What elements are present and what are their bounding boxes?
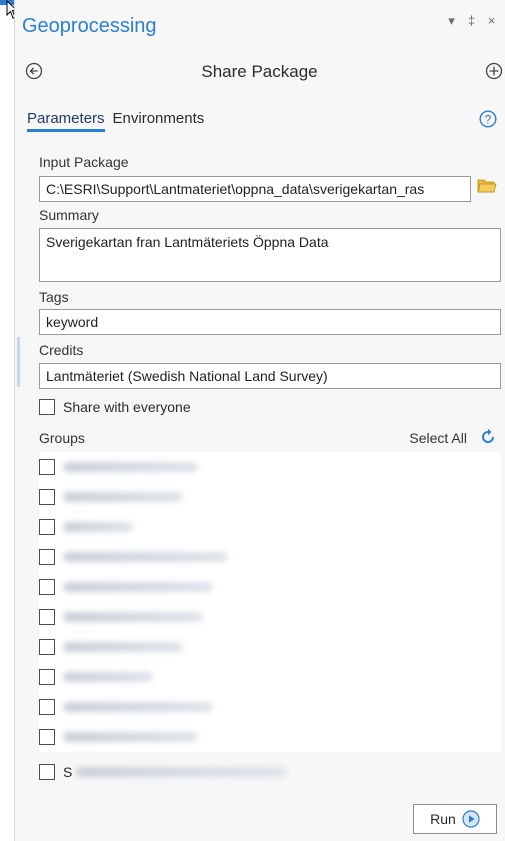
summary-field[interactable]: Sverigekartan fran Lantmäteriets Öppna D… (39, 228, 501, 282)
group-checkbox[interactable] (39, 699, 55, 715)
close-icon[interactable]: × (486, 13, 497, 29)
group-item[interactable] (39, 482, 289, 512)
share-everyone-row[interactable]: Share with everyone (39, 399, 191, 415)
redacted-group-name (63, 582, 213, 592)
tags-label: Tags (39, 289, 69, 305)
redacted-share-organization-label (76, 767, 287, 777)
group-checkbox[interactable] (39, 609, 55, 625)
share-everyone-checkbox[interactable] (39, 399, 55, 415)
run-play-icon (462, 810, 480, 828)
group-item[interactable] (39, 512, 289, 542)
tab-parameters[interactable]: Parameters (27, 110, 105, 132)
group-checkbox[interactable] (39, 579, 55, 595)
add-icon[interactable] (485, 62, 503, 80)
group-item[interactable] (39, 662, 289, 692)
group-checkbox[interactable] (39, 639, 55, 655)
tab-environments[interactable]: Environments (113, 110, 205, 132)
share-organization-checkbox[interactable] (39, 764, 55, 780)
pane-options-dropdown-icon[interactable]: ▾ (446, 13, 457, 29)
tool-title: Share Package (201, 62, 318, 81)
credits-field[interactable]: Lantmäteriet (Swedish National Land Surv… (39, 363, 501, 389)
share-everyone-label: Share with everyone (63, 399, 191, 415)
select-all-link[interactable]: Select All (409, 430, 467, 446)
redacted-group-name (63, 702, 213, 712)
group-item[interactable] (39, 632, 289, 662)
group-item[interactable] (39, 722, 289, 752)
pane-title: Geoprocessing (22, 15, 157, 37)
group-checkbox[interactable] (39, 729, 55, 745)
refresh-icon[interactable] (479, 428, 497, 446)
help-icon[interactable]: ? (479, 110, 497, 128)
redacted-group-name (63, 642, 183, 652)
redacted-group-name (63, 522, 133, 532)
svg-text:?: ? (485, 113, 492, 127)
group-checkbox[interactable] (39, 549, 55, 565)
group-item[interactable] (39, 452, 289, 482)
pin-icon[interactable]: ‡ (466, 13, 477, 29)
group-item[interactable] (39, 692, 289, 722)
input-package-label: Input Package (39, 154, 129, 170)
redacted-group-name (63, 552, 228, 562)
redacted-group-name (63, 672, 153, 682)
groups-list (39, 452, 289, 752)
groups-label: Groups (39, 430, 85, 446)
credits-label: Credits (39, 342, 84, 358)
input-package-field[interactable]: C:\ESRI\Support\Lantmateriet\oppna_data\… (39, 176, 471, 202)
group-checkbox[interactable] (39, 459, 55, 475)
group-checkbox[interactable] (39, 669, 55, 685)
group-item[interactable] (39, 542, 289, 572)
group-item[interactable] (39, 572, 289, 602)
run-button[interactable]: Run (413, 804, 497, 834)
group-item[interactable] (39, 602, 289, 632)
redacted-group-name (63, 492, 183, 502)
redacted-group-name (63, 612, 203, 622)
redacted-group-name (63, 462, 198, 472)
tags-field[interactable]: keyword (39, 309, 501, 335)
share-organization-row[interactable]: S (39, 764, 287, 780)
redacted-group-name (63, 732, 198, 742)
group-checkbox[interactable] (39, 489, 55, 505)
tool-tabs: Parameters Environments (27, 110, 204, 132)
pane-title-controls: ▾ ‡ × (446, 13, 497, 29)
folder-browse-icon[interactable] (477, 177, 497, 194)
share-organization-label-prefix: S (63, 764, 73, 780)
run-button-label: Run (430, 811, 456, 827)
group-checkbox[interactable] (39, 519, 55, 535)
active-parameter-indicator (17, 337, 20, 387)
summary-label: Summary (39, 207, 99, 223)
